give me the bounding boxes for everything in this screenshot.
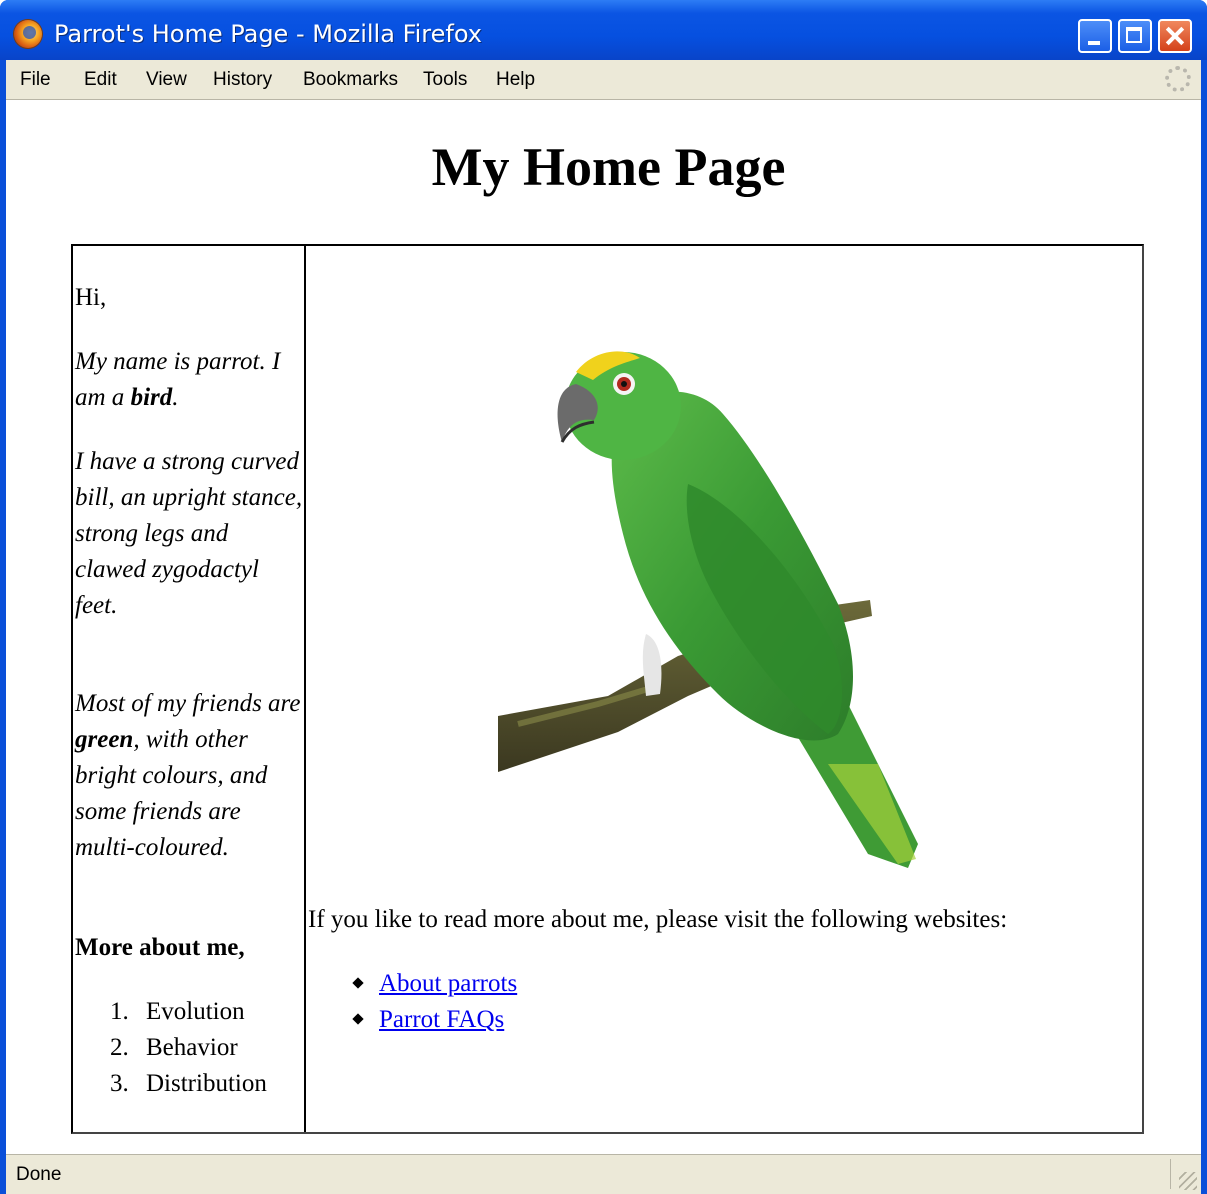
list-item: 1. Evolution	[110, 994, 267, 1030]
menu-help[interactable]: Help	[496, 69, 535, 91]
page-viewport[interactable]: My Home Page Hi, My name is parrot. I am…	[6, 100, 1201, 1154]
list-number: 1.	[110, 998, 129, 1025]
left-column: Hi, My name is parrot. I am a bird. I ha…	[73, 246, 306, 1132]
list-number: 2.	[110, 1034, 129, 1061]
name-bold: bird	[130, 384, 173, 411]
menu-view[interactable]: View	[146, 69, 187, 91]
description-paragraph: I have a strong curved bill, an upright …	[75, 448, 303, 619]
title-bar[interactable]: Parrot's Home Page - Mozilla Firefox	[0, 0, 1207, 60]
browser-window: Parrot's Home Page - Mozilla Firefox Fil…	[0, 0, 1207, 1194]
bullet-icon	[352, 1013, 364, 1025]
resize-grip-icon[interactable]	[1179, 1172, 1197, 1190]
list-item: About parrots	[352, 966, 517, 1002]
status-divider	[1170, 1159, 1171, 1189]
status-text: Done	[16, 1164, 62, 1185]
menu-file[interactable]: File	[20, 69, 51, 91]
list-number: 3.	[110, 1070, 129, 1097]
menu-edit[interactable]: Edit	[84, 69, 117, 91]
list-item: Parrot FAQs	[352, 1002, 517, 1038]
friends-bold: green	[75, 726, 134, 753]
close-icon[interactable]	[1158, 19, 1192, 53]
list-label: Distribution	[146, 1070, 267, 1097]
more-list: 1. Evolution 2. Behavior 3. Distribution	[110, 994, 267, 1102]
status-bar: Done	[6, 1154, 1201, 1194]
menu-bar: File Edit View History Bookmarks Tools H…	[6, 60, 1201, 100]
list-label: Behavior	[146, 1034, 238, 1061]
minimize-icon[interactable]	[1078, 19, 1112, 53]
list-label: Evolution	[146, 998, 245, 1025]
parrot-image	[498, 351, 918, 868]
menu-history[interactable]: History	[213, 69, 272, 91]
layout-table: Hi, My name is parrot. I am a bird. I ha…	[71, 244, 1144, 1134]
throbber-icon	[1165, 66, 1191, 92]
page-heading: My Home Page	[431, 137, 786, 197]
right-column: If you like to read more about me, pleas…	[306, 246, 1142, 1132]
name-end: .	[172, 384, 179, 411]
link-parrot-faqs[interactable]: Parrot FAQs	[379, 1006, 504, 1033]
greeting-text: Hi,	[75, 284, 107, 311]
menu-tools[interactable]: Tools	[423, 69, 467, 91]
list-item: 2. Behavior	[110, 1030, 267, 1066]
maximize-icon[interactable]	[1118, 19, 1152, 53]
more-heading: More about me,	[75, 934, 245, 961]
menu-bookmarks[interactable]: Bookmarks	[303, 69, 398, 91]
name-paragraph: My name is parrot. I am a bird.	[75, 344, 303, 416]
friends-paragraph: Most of my friends are green, with other…	[75, 686, 303, 866]
window-title: Parrot's Home Page - Mozilla Firefox	[54, 20, 482, 48]
firefox-icon	[14, 20, 42, 48]
list-item: 3. Distribution	[110, 1066, 267, 1102]
friends-text: Most of my friends are	[75, 690, 301, 717]
links-list: About parrots Parrot FAQs	[352, 966, 517, 1038]
bullet-icon	[352, 977, 364, 989]
visit-text: If you like to read more about me, pleas…	[308, 906, 1008, 933]
link-about-parrots[interactable]: About parrots	[379, 970, 517, 997]
